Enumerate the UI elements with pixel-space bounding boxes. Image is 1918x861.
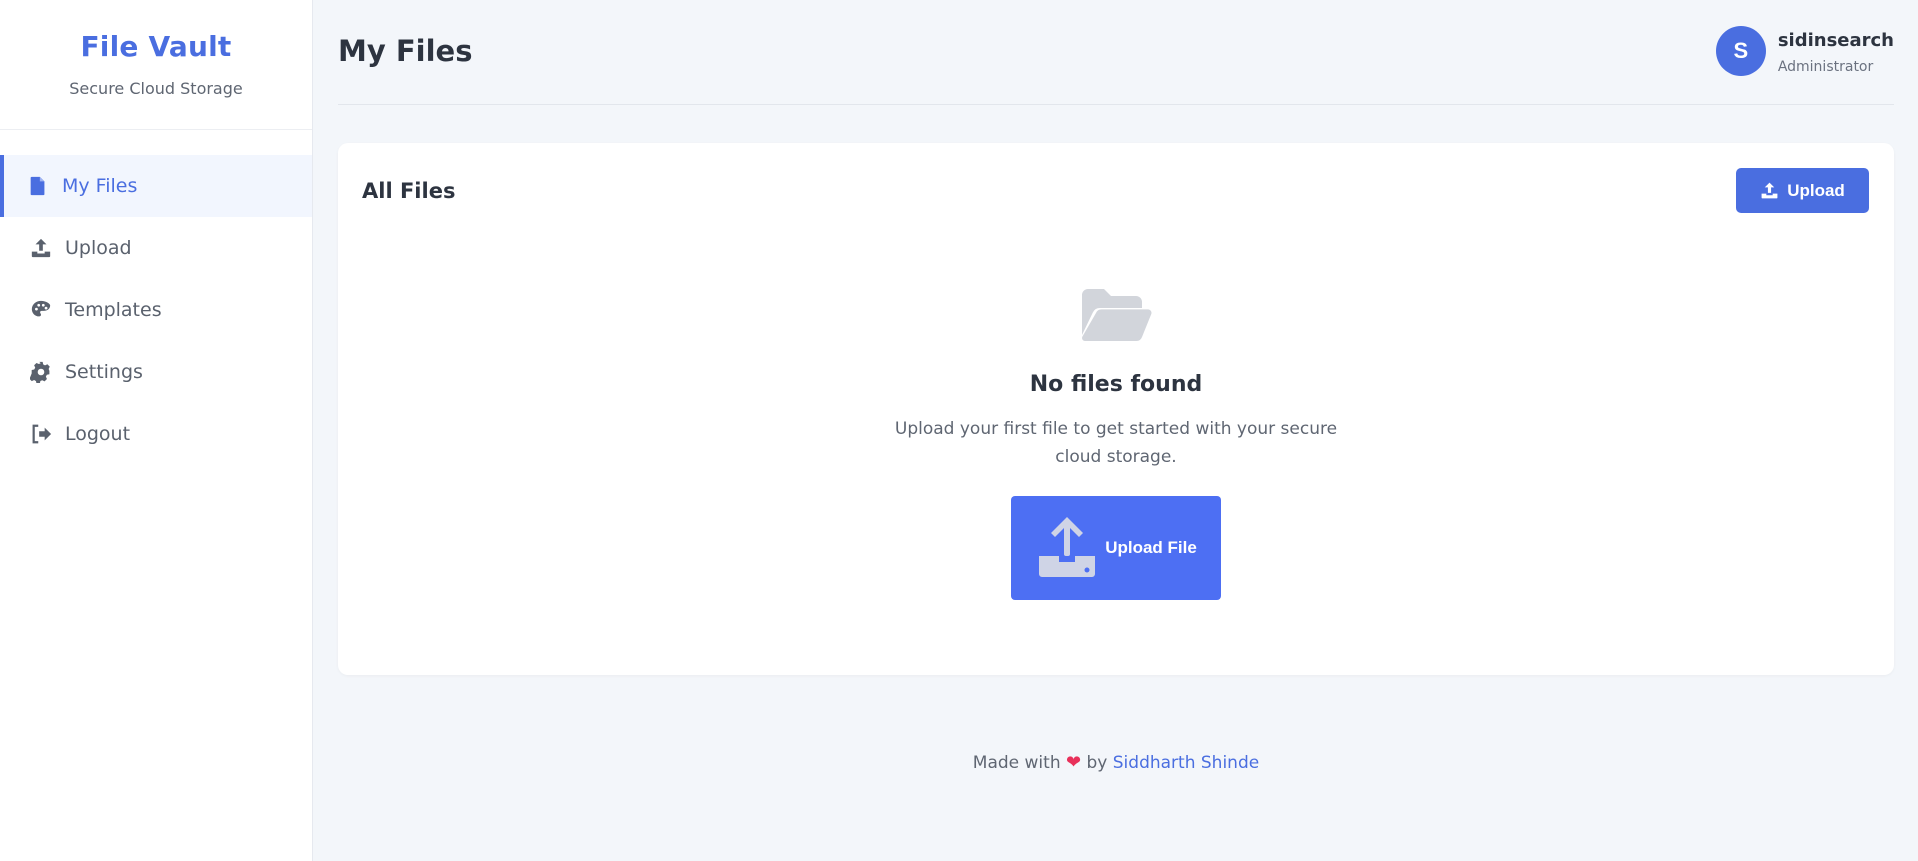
palette-icon [28, 297, 54, 323]
sidebar-item-label: Templates [65, 299, 162, 321]
page-title: My Files [338, 34, 473, 68]
upload-file-button[interactable]: Upload File [1011, 496, 1221, 600]
files-card: All Files Upload No files found Upload y… [338, 143, 1894, 675]
sidebar: File Vault Secure Cloud Storage My Files… [0, 0, 313, 861]
footer: Made with ❤ by Siddharth Shinde [338, 752, 1894, 773]
brand-title: File Vault [80, 30, 232, 63]
logout-icon [28, 421, 54, 447]
brand-subtitle: Secure Cloud Storage [69, 79, 243, 98]
brand: File Vault Secure Cloud Storage [0, 0, 312, 130]
user-name: sidinsearch [1777, 30, 1894, 51]
heart-icon: ❤ [1066, 752, 1082, 773]
sidebar-item-settings[interactable]: Settings [0, 341, 312, 403]
sidebar-item-templates[interactable]: Templates [0, 279, 312, 341]
empty-state-text: Upload your first file to get started wi… [894, 419, 1338, 467]
upload-button-label: Upload [1787, 180, 1845, 200]
file-icon [25, 173, 51, 199]
upload-icon [1039, 517, 1096, 577]
upload-file-button-label: Upload File [1105, 538, 1197, 557]
upload-button[interactable]: Upload [1736, 168, 1869, 213]
sidebar-item-label: Upload [65, 237, 132, 259]
sidebar-item-label: Logout [65, 423, 131, 445]
sidebar-item-logout[interactable]: Logout [0, 403, 312, 465]
avatar[interactable]: S [1715, 26, 1766, 76]
sidebar-item-my-files[interactable]: My Files [0, 155, 312, 217]
user-role: Administrator [1777, 59, 1874, 75]
upload-icon [1761, 182, 1778, 199]
page-header: My Files S sidinsearch Administrator [338, 0, 1894, 105]
gear-icon [28, 359, 54, 385]
empty-state-title: No files found [1029, 372, 1203, 397]
upload-icon [28, 235, 54, 261]
author-link[interactable]: Siddharth Shinde [1113, 753, 1259, 773]
card-title: All Files [362, 179, 456, 203]
sidebar-item-label: Settings [65, 361, 143, 383]
footer-prefix: Made with [972, 753, 1061, 773]
user-profile[interactable]: S sidinsearch Administrator [1715, 26, 1894, 76]
sidebar-item-label: My Files [62, 175, 138, 197]
footer-by: by [1086, 753, 1108, 773]
folder-open-icon [1082, 289, 1152, 341]
sidebar-item-upload[interactable]: Upload [0, 217, 312, 279]
sidebar-nav: My Files Upload Templates Settings Logou… [0, 155, 312, 465]
